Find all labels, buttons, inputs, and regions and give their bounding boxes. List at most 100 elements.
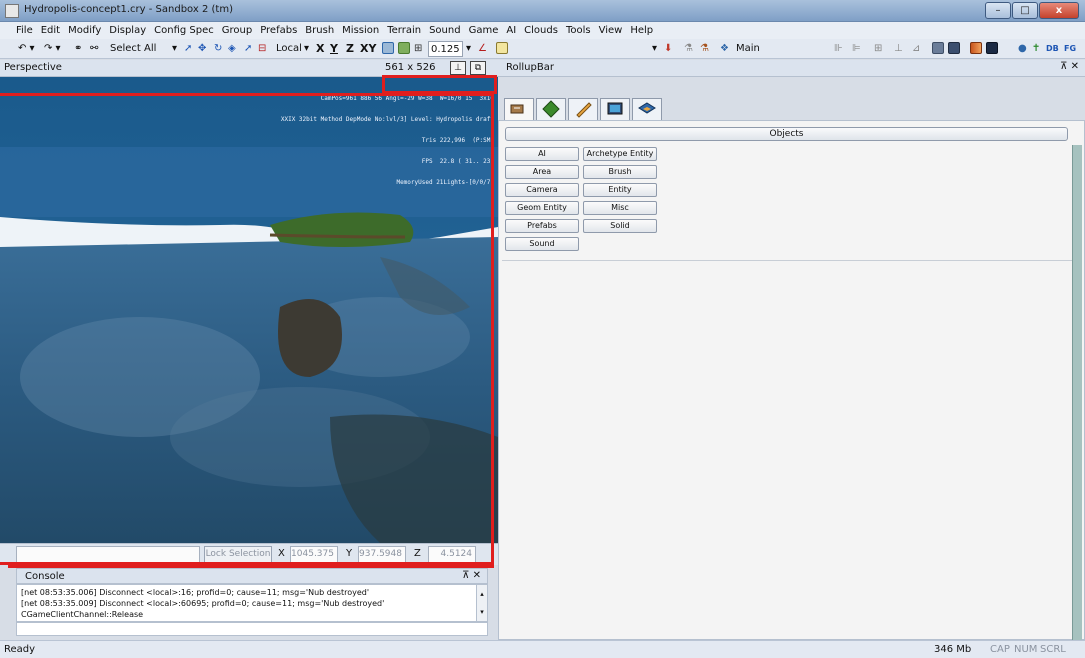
menu-group[interactable]: Group — [218, 25, 256, 36]
objects-section-header[interactable]: Objects — [505, 127, 1068, 141]
stairs-icon[interactable]: ⊿ — [912, 41, 920, 57]
menu-help[interactable]: Help — [626, 25, 657, 36]
goto-selection-icon[interactable]: ⬇ — [664, 41, 672, 57]
menu-ai[interactable]: AI — [502, 25, 520, 36]
globe-icon[interactable]: ● — [1018, 41, 1027, 57]
tab-objects-icon[interactable] — [504, 98, 534, 120]
rollup-pin-close-icon[interactable]: ⊼ ✕ — [1060, 61, 1079, 72]
minimize-button[interactable]: – — [985, 2, 1011, 19]
material-icon[interactable]: ⚗ — [684, 41, 693, 57]
object-brush-button[interactable]: Brush — [583, 165, 657, 179]
object-camera-button[interactable]: Camera — [505, 183, 579, 197]
object-snap-icon[interactable] — [398, 42, 410, 54]
object-misc-button[interactable]: Misc — [583, 201, 657, 215]
redo-icon[interactable]: ↷ ▾ — [44, 41, 61, 57]
rotate-tool-icon[interactable]: ↻ — [214, 41, 222, 57]
axis-y-button[interactable]: Y — [330, 41, 338, 57]
coord-system-arrow-icon[interactable]: ▾ — [304, 41, 309, 57]
object-sound-button[interactable]: Sound — [505, 237, 579, 251]
object-archetype-entity-button[interactable]: Archetype Entity — [583, 147, 657, 161]
object-geom-entity-button[interactable]: Geom Entity — [505, 201, 579, 215]
align-icon[interactable]: ⊪ — [834, 41, 843, 57]
console-scrollbar[interactable]: ▴ ▾ — [476, 584, 488, 622]
rollup-scrollbar[interactable] — [1072, 145, 1082, 640]
menu-clouds[interactable]: Clouds — [520, 25, 562, 36]
render-icon[interactable] — [986, 42, 998, 54]
unlink-icon[interactable]: ⚯ — [90, 41, 98, 57]
app-icon[interactable] — [5, 4, 19, 18]
panel-divider — [502, 260, 1072, 261]
menu-edit[interactable]: Edit — [37, 25, 64, 36]
menu-game[interactable]: Game — [465, 25, 503, 36]
texture-icon[interactable] — [932, 42, 944, 54]
grid-size-arrow-icon[interactable]: ▾ — [466, 41, 471, 57]
scale-tool-icon[interactable]: ◈ — [228, 41, 236, 57]
align-to-grid-icon[interactable]: ⊫ — [852, 41, 861, 57]
menu-modify[interactable]: Modify — [64, 25, 105, 36]
select-all-dropdown[interactable]: Select All — [110, 41, 156, 57]
select-tool-icon[interactable]: ➚ — [184, 41, 192, 57]
object-ai-button[interactable]: AI — [505, 147, 579, 161]
menu-config-spec[interactable]: Config Spec — [150, 25, 218, 36]
lightmap-icon[interactable] — [970, 42, 982, 54]
layer-icon[interactable]: ❖ — [720, 41, 729, 57]
close-button[interactable]: x — [1039, 2, 1079, 19]
menu-file[interactable]: File — [12, 25, 37, 36]
ruler-icon[interactable] — [496, 42, 508, 54]
menu-prefabs[interactable]: Prefabs — [256, 25, 301, 36]
axis-xy-button[interactable]: XY — [360, 41, 376, 57]
console-input[interactable] — [16, 622, 488, 636]
tab-terrain-icon[interactable] — [536, 98, 566, 120]
lock-selection-button[interactable]: Lock Selection — [204, 546, 272, 563]
console-log[interactable]: [net 08:53:35.006] Disconnect <local>:16… — [16, 584, 482, 622]
viewport-camera-icon[interactable]: ⊥ — [450, 61, 466, 75]
database-button[interactable]: DB — [1046, 41, 1059, 57]
viewport-maximize-icon[interactable]: ⧉ — [470, 61, 486, 75]
menu-mission[interactable]: Mission — [338, 25, 383, 36]
axis-z-button[interactable]: Z — [346, 41, 354, 57]
select-terrain-icon[interactable]: ➚ — [244, 41, 252, 57]
physics-icon[interactable]: ⚗ — [700, 41, 709, 57]
snap-icon[interactable]: ⊟ — [258, 41, 266, 57]
angle-snap-icon[interactable]: ∠ — [478, 41, 487, 57]
grid-size-field[interactable]: 0.125 — [428, 41, 463, 57]
perspective-viewport[interactable]: CamPos=961 886 56 Angl=-29 W=38 W=16/0 1… — [0, 77, 498, 543]
axis-x-button[interactable]: X — [316, 41, 324, 57]
menu-sound[interactable]: Sound — [425, 25, 465, 36]
coord-system-dropdown[interactable]: Local — [276, 41, 302, 57]
console-pin-close-icon[interactable]: ⊼ ✕ — [462, 570, 481, 581]
y-coordinate-field[interactable]: 937.5948 — [358, 546, 406, 563]
tab-layers-icon[interactable] — [632, 98, 662, 120]
hud-line-1: CamPos=961 886 56 Angl=-29 W=38 W=16/0 1… — [320, 95, 494, 102]
menu-brush[interactable]: Brush — [301, 25, 338, 36]
character-icon[interactable]: ✝ — [1032, 41, 1040, 57]
hud-line-4: FPS 22.8 ( 31.. 23) — [421, 158, 494, 165]
menu-tools[interactable]: Tools — [562, 25, 595, 36]
tab-display-icon[interactable] — [600, 98, 630, 120]
menu-view[interactable]: View — [595, 25, 627, 36]
menu-display[interactable]: Display — [105, 25, 150, 36]
x-coordinate-field[interactable]: 1045.375 — [290, 546, 338, 563]
link-icon[interactable]: ⚭ — [74, 41, 82, 57]
menu-terrain[interactable]: Terrain — [383, 25, 425, 36]
flowgraph-button[interactable]: FG — [1064, 41, 1076, 57]
object-solid-button[interactable]: Solid — [583, 219, 657, 233]
move-tool-icon[interactable]: ✥ — [198, 41, 206, 57]
viewport-title[interactable]: Perspective — [4, 62, 62, 73]
object-area-button[interactable]: Area — [505, 165, 579, 179]
x-label: X — [278, 548, 285, 559]
object-entity-button[interactable]: Entity — [583, 183, 657, 197]
table-icon[interactable]: ⊞ — [874, 41, 882, 57]
mirror-icon[interactable]: ⊥ — [894, 41, 903, 57]
maximize-button[interactable]: □ — [1012, 2, 1038, 19]
select-mode-dropdown-icon[interactable]: ▾ — [172, 41, 177, 57]
object-prefabs-button[interactable]: Prefabs — [505, 219, 579, 233]
tab-modeling-icon[interactable] — [568, 98, 598, 120]
z-coordinate-field[interactable]: 4.5124 — [428, 546, 476, 563]
layer-dropdown-arrow-icon[interactable]: ▾ — [652, 41, 657, 57]
undo-icon[interactable]: ↶ ▾ — [18, 41, 35, 57]
layer-dropdown[interactable]: Main — [736, 41, 760, 57]
grid-snap-icon[interactable]: ⊞ — [414, 41, 422, 57]
view-icon[interactable] — [948, 42, 960, 54]
terrain-snap-icon[interactable] — [382, 42, 394, 54]
